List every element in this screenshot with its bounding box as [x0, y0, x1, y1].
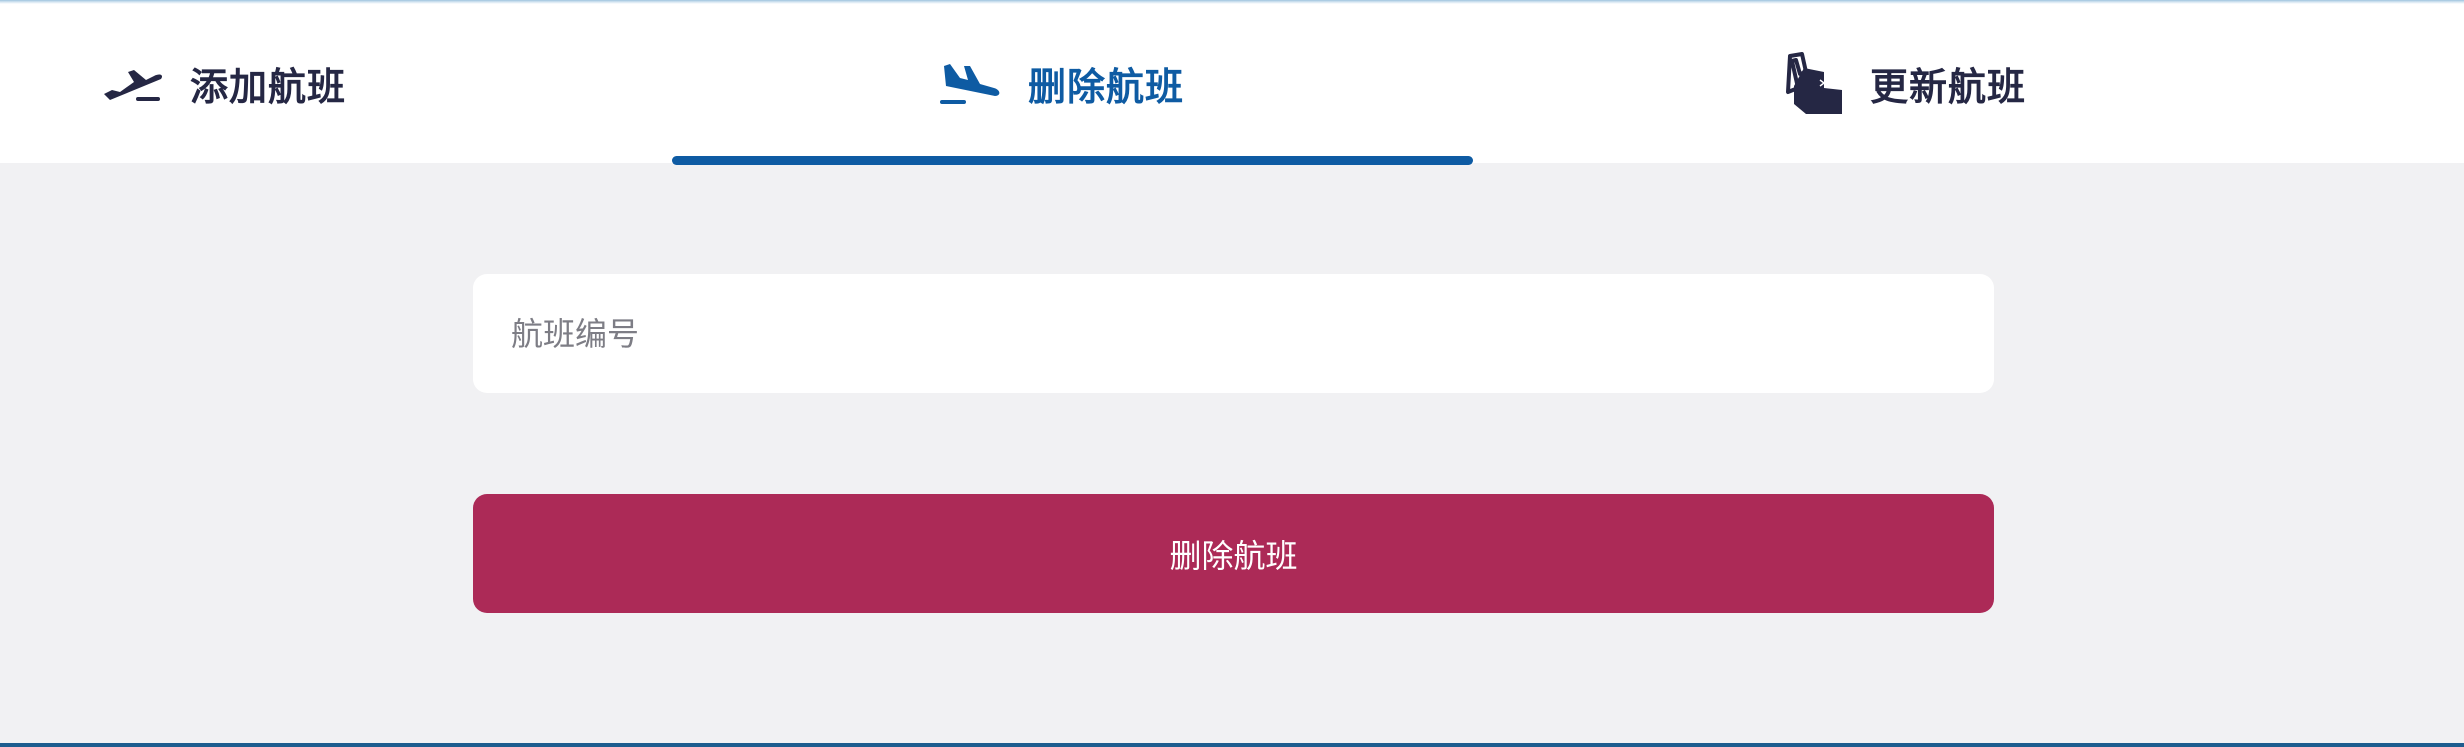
tab-add-flight[interactable]: 添加航班 — [100, 4, 346, 163]
active-tab-indicator — [672, 156, 1473, 165]
tab-update-flight[interactable]: 更新航班 — [1780, 4, 2026, 163]
tab-bar: 添加航班 删除航班 更新航班 — [0, 4, 2464, 165]
tab-update-flight-label: 更新航班 — [1870, 65, 2027, 109]
airplane-takeoff-icon — [100, 52, 164, 116]
airplane-landing-icon — [938, 52, 1002, 116]
tab-delete-flight[interactable]: 删除航班 — [938, 4, 1184, 163]
delete-flight-button[interactable]: 删除航班 — [473, 494, 1994, 613]
tab-add-flight-label: 添加航班 — [190, 65, 347, 109]
flight-number-input[interactable] — [473, 274, 1994, 393]
tab-delete-flight-label: 删除航班 — [1028, 65, 1185, 109]
boarding-pass-hand-icon — [1780, 51, 1844, 116]
bottom-border-line — [0, 743, 2464, 747]
